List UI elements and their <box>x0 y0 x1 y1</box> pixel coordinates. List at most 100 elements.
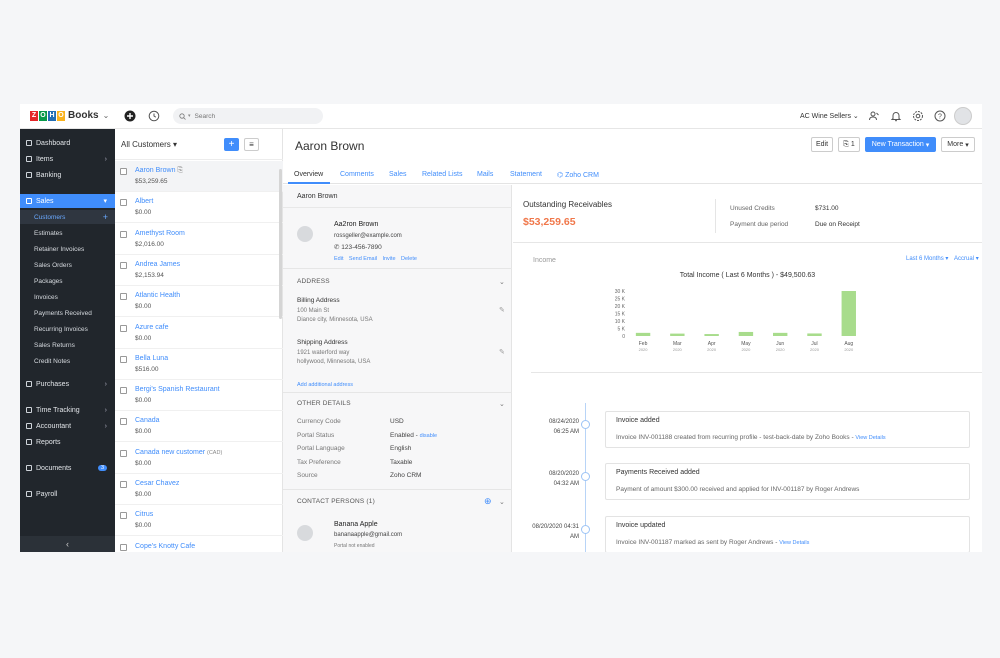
row-checkbox[interactable] <box>120 261 127 269</box>
list-item[interactable]: Cesar Chavez $0.00 <box>115 474 283 505</box>
chart-bar[interactable] <box>704 334 719 336</box>
add-customer-button[interactable]: + <box>224 138 239 151</box>
list-view-selector[interactable]: All Customers ▾ <box>121 140 177 149</box>
customer-name[interactable]: Atlantic Health <box>135 292 180 299</box>
collapse-sidebar-button[interactable]: ‹ <box>20 536 115 552</box>
search-input[interactable] <box>194 112 295 120</box>
view-details-link[interactable]: View Details <box>779 540 809 546</box>
more-button[interactable]: More ▾ <box>941 137 975 152</box>
add-contact-icon[interactable]: ⊕ <box>484 496 492 507</box>
tab-sales[interactable]: Sales <box>389 171 407 178</box>
chart-bar[interactable] <box>773 332 788 336</box>
customer-name[interactable]: Bella Luna <box>135 355 168 362</box>
history-icon[interactable] <box>148 110 160 122</box>
sidebar-item-purchases[interactable]: Purchases › <box>20 377 115 391</box>
list-item[interactable]: Azure cafe $0.00 <box>115 318 283 349</box>
zoho-books-logo[interactable]: Z O H O Books ⌄ <box>30 110 109 121</box>
sidebar-item-time-tracking[interactable]: Time Tracking › <box>20 403 115 417</box>
list-item[interactable]: Citrus $0.00 <box>115 505 283 537</box>
sidebar-item-payroll[interactable]: Payroll <box>20 487 115 501</box>
bell-icon[interactable] <box>890 110 902 122</box>
list-item[interactable]: Cope's Knotty Cafe <box>115 537 283 552</box>
sidebar-sub-retainer-invoices[interactable]: Retainer Invoices <box>20 242 115 256</box>
scrollbar[interactable] <box>279 169 282 319</box>
tab-statement[interactable]: Statement <box>510 171 542 178</box>
chevron-down-icon[interactable]: ⌄ <box>499 400 505 408</box>
customer-name[interactable]: Andrea James <box>135 261 180 268</box>
view-details-link[interactable]: View Details <box>855 435 885 441</box>
edit-button[interactable]: Edit <box>811 137 833 152</box>
customer-name[interactable]: Canada <box>135 417 160 424</box>
list-item[interactable]: Amethyst Room $2,016.00 <box>115 224 283 255</box>
sidebar-sub-payments-received[interactable]: Payments Received <box>20 306 115 320</box>
period-selector[interactable]: Last 6 Months ▾ <box>906 255 948 262</box>
row-checkbox[interactable] <box>120 230 127 238</box>
disable-portal-link[interactable]: disable <box>420 433 437 439</box>
list-item[interactable]: Albert $0.00 <box>115 192 283 224</box>
customer-name[interactable]: Cesar Chavez <box>135 480 179 487</box>
row-checkbox[interactable] <box>120 199 127 207</box>
list-item[interactable]: Andrea James $2,153.94 <box>115 255 283 286</box>
edit-pencil-icon[interactable]: ✎ <box>499 306 505 314</box>
sidebar-sub-invoices[interactable]: Invoices <box>20 290 115 304</box>
sidebar-item-banking[interactable]: Banking <box>20 168 115 182</box>
row-checkbox[interactable] <box>120 293 127 301</box>
customer-name[interactable]: Bergi's Spanish Restaurant <box>135 386 220 393</box>
tab-comments[interactable]: Comments <box>340 171 374 178</box>
sidebar-item-items[interactable]: Items › <box>20 152 115 166</box>
sidebar-item-sales[interactable]: Sales ▾ <box>20 194 115 208</box>
row-checkbox[interactable] <box>120 324 127 332</box>
list-item[interactable]: Aaron Brown ⎘ $53,259.65 <box>115 161 283 192</box>
list-item[interactable]: Bella Luna $516.00 <box>115 349 283 380</box>
add-customer-icon[interactable]: + <box>103 212 108 222</box>
chart-bar[interactable] <box>841 291 856 336</box>
sidebar-sub-recurring-invoices[interactable]: Recurring Invoices <box>20 322 115 336</box>
tab-zoho-crm[interactable]: ⌬ Zoho CRM <box>557 171 599 179</box>
customer-name[interactable]: Azure cafe <box>135 324 168 331</box>
send-email-link[interactable]: Send Email <box>349 256 377 262</box>
row-checkbox[interactable] <box>120 387 127 395</box>
help-icon[interactable]: ? <box>934 110 946 122</box>
customer-name[interactable]: Citrus <box>135 511 153 518</box>
sidebar-sub-sales-returns[interactable]: Sales Returns <box>20 338 115 352</box>
row-checkbox[interactable] <box>120 418 127 426</box>
row-checkbox[interactable] <box>120 355 127 363</box>
sidebar-sub-sales-orders[interactable]: Sales Orders <box>20 258 115 272</box>
customer-name[interactable]: Amethyst Room <box>135 230 185 237</box>
users-icon[interactable] <box>868 110 880 122</box>
customer-name[interactable]: Albert <box>135 198 153 205</box>
customer-name[interactable]: Aaron Brown ⎘ <box>135 167 183 175</box>
gear-icon[interactable] <box>912 110 924 122</box>
tab-overview[interactable]: Overview <box>294 171 323 178</box>
list-item[interactable]: Canada $0.00 <box>115 411 283 443</box>
delete-link[interactable]: Delete <box>401 256 417 262</box>
customer-name[interactable]: Cope's Knotty Cafe <box>135 543 195 550</box>
tab-mails[interactable]: Mails <box>477 171 493 178</box>
chart-bar[interactable] <box>635 332 651 336</box>
chevron-down-icon[interactable]: ⌄ <box>499 498 505 506</box>
sidebar-item-dashboard[interactable]: Dashboard <box>20 136 115 150</box>
add-address-link[interactable]: Add additional address <box>297 381 353 388</box>
row-checkbox[interactable] <box>120 543 127 551</box>
list-item[interactable]: Bergi's Spanish Restaurant $0.00 <box>115 380 283 412</box>
invite-link[interactable]: Invite <box>382 256 395 262</box>
tab-related-lists[interactable]: Related Lists <box>422 171 462 178</box>
chevron-down-icon[interactable]: ⌄ <box>499 278 505 286</box>
list-item[interactable]: Atlantic Health $0.00 <box>115 286 283 318</box>
row-checkbox[interactable] <box>120 512 127 520</box>
row-checkbox[interactable] <box>120 449 127 457</box>
row-checkbox[interactable] <box>120 481 127 488</box>
avatar[interactable] <box>954 107 972 125</box>
attachments-button[interactable]: ⎘ 1 <box>838 137 860 152</box>
list-item[interactable]: Canada new customer (CAD) $0.00 <box>115 443 283 474</box>
customer-name[interactable]: Canada new customer (CAD) <box>135 449 222 456</box>
edit-pencil-icon[interactable]: ✎ <box>499 348 505 356</box>
sidebar-sub-credit-notes[interactable]: Credit Notes <box>20 354 115 368</box>
list-menu-button[interactable]: ≡ <box>244 138 259 151</box>
sidebar-item-reports[interactable]: Reports <box>20 435 115 449</box>
add-circle-icon[interactable] <box>124 110 136 122</box>
edit-contact-link[interactable]: Edit <box>334 256 343 262</box>
new-transaction-button[interactable]: New Transaction ▾ <box>865 137 936 152</box>
org-switcher[interactable]: AC Wine Sellers ⌄ <box>800 112 859 120</box>
chart-bar[interactable] <box>670 333 685 336</box>
